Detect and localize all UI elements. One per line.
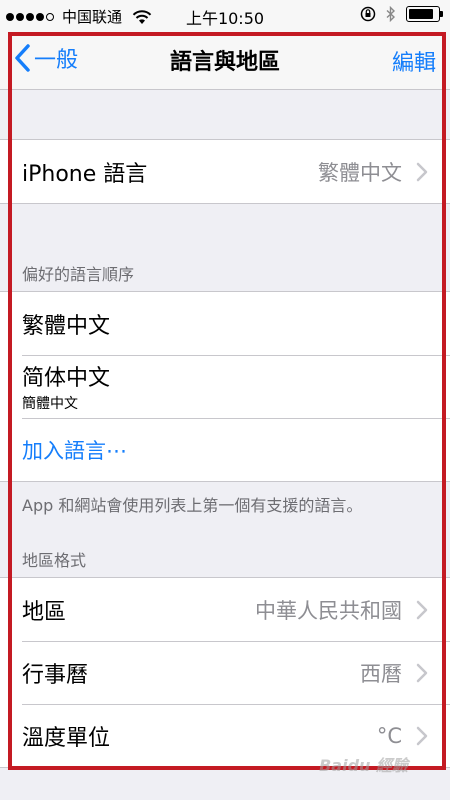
chevron-left-icon bbox=[15, 44, 30, 72]
calendar-row[interactable]: 行事曆 西曆 bbox=[0, 641, 450, 704]
language-item-sublabel: 簡體中文 bbox=[22, 396, 78, 412]
preferred-languages-footer: App 和網站會使用列表上第一個有支援的語言。 bbox=[22, 496, 363, 515]
temperature-unit-value: °C bbox=[376, 723, 402, 748]
chevron-right-icon bbox=[416, 726, 428, 745]
region-value: 中華人民共和國 bbox=[255, 598, 402, 623]
region-row[interactable]: 地區 中華人民共和國 bbox=[0, 578, 450, 641]
edit-button[interactable]: 編輯 bbox=[392, 45, 436, 77]
back-button-label: 一般 bbox=[34, 48, 79, 73]
add-language-button[interactable]: 加入語言⋯ bbox=[0, 418, 450, 481]
add-language-label: 加入語言⋯ bbox=[22, 438, 127, 463]
rotation-lock-icon bbox=[360, 6, 376, 22]
status-bar-right bbox=[360, 6, 443, 22]
preferred-languages-header: 偏好的語言順序 bbox=[22, 265, 135, 284]
battery-level bbox=[409, 9, 433, 19]
region-format-header: 地區格式 bbox=[22, 551, 87, 570]
temperature-unit-label: 溫度單位 bbox=[22, 725, 111, 751]
bluetooth-icon bbox=[386, 6, 396, 22]
iphone-language-label: iPhone 語言 bbox=[22, 161, 148, 187]
status-bar: 中国联通 上午10:50 bbox=[0, 0, 450, 30]
calendar-value: 西曆 bbox=[360, 661, 402, 686]
language-item-simplified-chinese[interactable]: 简体中文 簡體中文 bbox=[0, 355, 450, 418]
chevron-right-icon bbox=[416, 600, 428, 619]
chevron-right-icon bbox=[416, 162, 428, 181]
language-item-label: 繁體中文 bbox=[22, 313, 111, 339]
navigation-bar: 一般 語言與地區 編輯 bbox=[0, 30, 450, 90]
iphone-language-group: iPhone 語言 繁體中文 bbox=[0, 139, 450, 204]
calendar-label: 行事曆 bbox=[22, 662, 89, 688]
battery-icon bbox=[406, 6, 443, 22]
preferred-languages-group: 繁體中文 简体中文 簡體中文 加入語言⋯ bbox=[0, 291, 450, 482]
region-format-group: 地區 中華人民共和國 行事曆 西曆 溫度單位 °C bbox=[0, 577, 450, 768]
region-label: 地區 bbox=[22, 599, 67, 625]
language-item-traditional-chinese[interactable]: 繁體中文 bbox=[0, 292, 450, 355]
chevron-right-icon bbox=[416, 663, 428, 682]
iphone-language-value: 繁體中文 bbox=[318, 160, 402, 185]
language-item-label: 简体中文 bbox=[22, 366, 111, 391]
iphone-language-row[interactable]: iPhone 語言 繁體中文 bbox=[0, 140, 450, 203]
back-button[interactable]: 一般 bbox=[12, 42, 78, 74]
temperature-unit-row[interactable]: 溫度單位 °C bbox=[0, 704, 450, 767]
